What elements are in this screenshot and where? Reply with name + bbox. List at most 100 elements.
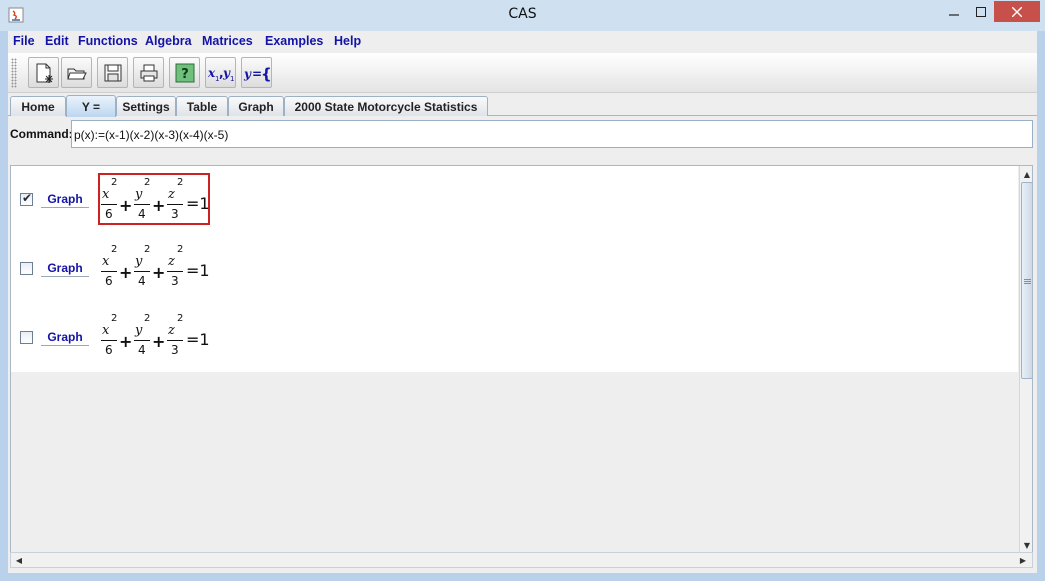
menu-algebra[interactable]: Algebra bbox=[145, 34, 192, 48]
print-icon bbox=[140, 64, 157, 81]
plus-sign: + bbox=[119, 263, 133, 282]
new-document-button[interactable] bbox=[28, 57, 59, 88]
close-icon bbox=[1012, 6, 1022, 17]
graph-button[interactable]: Graph bbox=[41, 261, 89, 277]
scroll-right-button[interactable]: ▶ bbox=[1016, 553, 1030, 567]
toolbar-grip[interactable] bbox=[11, 58, 17, 88]
term-exponent: 2 bbox=[144, 177, 151, 188]
new-icon bbox=[36, 63, 53, 83]
plus-sign: + bbox=[152, 196, 166, 215]
equation-formula[interactable]: x 2 6 + y 2 4 + z 2 3 =1 bbox=[98, 311, 210, 363]
graph-checkbox[interactable] bbox=[20, 331, 33, 344]
piecewise-button[interactable]: y = { bbox=[241, 57, 272, 88]
graph-button[interactable]: Graph bbox=[41, 330, 89, 346]
maximize-button[interactable] bbox=[968, 1, 994, 22]
minimize-button[interactable] bbox=[940, 1, 968, 22]
svg-text:1: 1 bbox=[230, 75, 234, 83]
tab-graph[interactable]: Graph bbox=[228, 96, 284, 116]
menu-functions[interactable]: Functions bbox=[78, 34, 138, 48]
parametric-icon: x 1 , y 1 bbox=[207, 66, 234, 83]
term-denominator: 4 bbox=[138, 343, 146, 357]
term-exponent: 2 bbox=[144, 244, 151, 255]
term-variable: y bbox=[135, 323, 143, 338]
fraction-bar bbox=[167, 204, 183, 205]
term-exponent: 2 bbox=[144, 313, 151, 324]
client-area: File Edit Functions Algebra Matrices Exa… bbox=[8, 31, 1037, 573]
term-variable: z bbox=[168, 254, 175, 269]
equation-formula[interactable]: x 2 6 + y 2 4 + z 2 3 =1 bbox=[98, 242, 210, 294]
toolbar: ? x 1 , y 1 y = { bbox=[8, 53, 1037, 93]
print-button[interactable] bbox=[133, 57, 164, 88]
fraction-bar bbox=[134, 340, 150, 341]
fraction-bar bbox=[134, 204, 150, 205]
term-denominator: 6 bbox=[105, 207, 113, 221]
command-input[interactable]: p(x):=(x-1)(x-2)(x-3)(x-4)(x-5) bbox=[71, 120, 1033, 148]
term-variable: y bbox=[135, 254, 143, 269]
equation-rhs: =1 bbox=[186, 330, 210, 349]
equation-row: ✔ Graph x 2 6 + y 2 4 + z 2 3 =1 bbox=[11, 166, 1018, 234]
tab-strip: Home Y = Settings Table Graph 2000 State… bbox=[8, 93, 1037, 117]
scroll-up-button[interactable]: ▲ bbox=[1020, 167, 1032, 181]
scroll-left-button[interactable]: ◀ bbox=[12, 553, 26, 567]
equation-rhs: =1 bbox=[186, 261, 210, 280]
tab-home[interactable]: Home bbox=[10, 96, 66, 116]
term-variable: y bbox=[135, 187, 143, 202]
term-exponent: 2 bbox=[177, 244, 184, 255]
tab-motorcycle-statistics[interactable]: 2000 State Motorcycle Statistics bbox=[284, 96, 488, 116]
save-disk-icon bbox=[104, 64, 121, 81]
menu-help[interactable]: Help bbox=[334, 34, 361, 48]
vertical-scroll-thumb[interactable] bbox=[1021, 182, 1032, 379]
command-row: Command: p(x):=(x-1)(x-2)(x-3)(x-4)(x-5) bbox=[8, 117, 1037, 151]
close-button[interactable] bbox=[994, 1, 1040, 22]
window-title: CAS bbox=[508, 6, 537, 22]
svg-text:{: { bbox=[261, 65, 271, 83]
term-denominator: 3 bbox=[171, 274, 179, 288]
term-exponent: 2 bbox=[177, 313, 184, 324]
vertical-scrollbar[interactable]: ▲ ▼ bbox=[1019, 166, 1032, 554]
equation-rows: ✔ Graph x 2 6 + y 2 4 + z 2 3 =1 Graph x… bbox=[11, 166, 1018, 372]
grip-icon bbox=[1024, 279, 1031, 284]
graph-checkbox[interactable] bbox=[20, 262, 33, 275]
plus-sign: + bbox=[119, 196, 133, 215]
term-exponent: 2 bbox=[177, 177, 184, 188]
tab-table[interactable]: Table bbox=[176, 96, 228, 116]
term-denominator: 6 bbox=[105, 343, 113, 357]
menu-edit[interactable]: Edit bbox=[45, 34, 69, 48]
term-exponent: 2 bbox=[111, 313, 118, 324]
equation-rhs: =1 bbox=[186, 194, 210, 213]
piecewise-icon: y = { bbox=[243, 65, 271, 83]
help-icon: ? bbox=[175, 63, 194, 82]
term-variable: x bbox=[102, 323, 110, 338]
fraction-bar bbox=[167, 340, 183, 341]
term-variable: x bbox=[102, 254, 110, 269]
menu-examples[interactable]: Examples bbox=[265, 34, 323, 48]
parametric-button[interactable]: x 1 , y 1 bbox=[205, 57, 236, 88]
save-button[interactable] bbox=[97, 57, 128, 88]
tab-y-equals[interactable]: Y = bbox=[66, 95, 116, 117]
plus-sign: + bbox=[152, 263, 166, 282]
checkmark-icon: ✔ bbox=[22, 191, 33, 205]
fraction-bar bbox=[167, 271, 183, 272]
fraction-bar bbox=[101, 340, 117, 341]
term-denominator: 4 bbox=[138, 274, 146, 288]
scroll-down-button[interactable]: ▼ bbox=[1020, 538, 1032, 552]
tab-settings[interactable]: Settings bbox=[116, 96, 176, 116]
svg-text:y: y bbox=[243, 67, 252, 81]
menu-matrices[interactable]: Matrices bbox=[202, 34, 253, 48]
term-variable: x bbox=[102, 187, 110, 202]
term-denominator: 3 bbox=[171, 343, 179, 357]
graph-checkbox[interactable]: ✔ bbox=[20, 191, 33, 206]
equation-list-pane: ✔ Graph x 2 6 + y 2 4 + z 2 3 =1 Graph x… bbox=[10, 165, 1033, 555]
term-denominator: 3 bbox=[171, 207, 179, 221]
open-folder-icon bbox=[66, 68, 87, 79]
equation-formula[interactable]: x 2 6 + y 2 4 + z 2 3 =1 bbox=[98, 173, 210, 225]
term-variable: z bbox=[168, 323, 175, 338]
open-button[interactable] bbox=[61, 57, 92, 88]
graph-button[interactable]: Graph bbox=[41, 192, 89, 208]
equation-row: Graph x 2 6 + y 2 4 + z 2 3 =1 bbox=[11, 235, 1018, 303]
app-window: CAS File Edit Functions Algebra Matrices… bbox=[0, 0, 1045, 581]
help-button[interactable]: ? bbox=[169, 57, 200, 88]
term-exponent: 2 bbox=[111, 244, 118, 255]
menu-file[interactable]: File bbox=[13, 34, 35, 48]
horizontal-scrollbar[interactable]: ◀ ▶ bbox=[10, 552, 1033, 568]
